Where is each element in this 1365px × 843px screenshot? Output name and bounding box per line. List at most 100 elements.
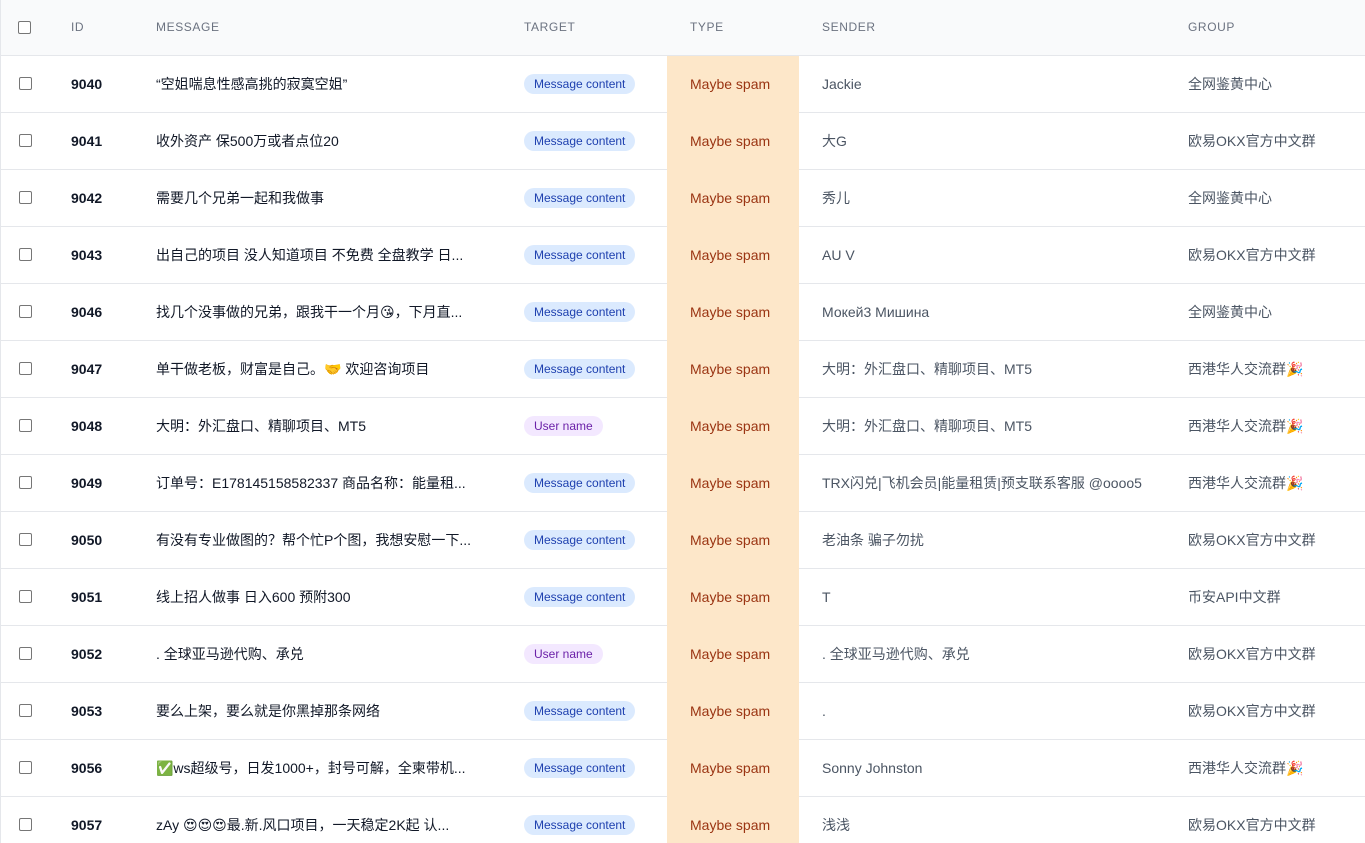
- row-sender: 老油条 骗子勿扰: [799, 511, 1167, 569]
- target-badge: User name: [524, 643, 603, 664]
- header-select-all[interactable]: [1, 0, 53, 56]
- row-checkbox[interactable]: [19, 191, 32, 204]
- table-row[interactable]: 9049 订单号：E178145158582337 商品名称：能量租... Mess…: [1, 454, 1365, 512]
- row-checkbox[interactable]: [19, 818, 32, 831]
- row-sender: 大明：外汇盘口、精聊项目、MT5: [799, 397, 1167, 455]
- column-header-sender[interactable]: SENDER: [799, 0, 1167, 56]
- row-target-cell: User name: [523, 625, 667, 683]
- row-select-cell[interactable]: [1, 796, 53, 843]
- row-id: 9041: [53, 112, 155, 170]
- row-target-cell: Message content: [523, 226, 667, 284]
- row-group: 欧易OKX官方中文群: [1167, 682, 1365, 740]
- row-select-cell[interactable]: [1, 112, 53, 170]
- table-row[interactable]: 9048 大明：外汇盘口、精聊项目、MT5 User name Maybe spam 大…: [1, 397, 1365, 455]
- row-id: 9046: [53, 283, 155, 341]
- row-group: 币安API中文群: [1167, 568, 1365, 626]
- row-group: 西港华人交流群🎉: [1167, 739, 1365, 797]
- row-checkbox[interactable]: [19, 419, 32, 432]
- row-checkbox[interactable]: [19, 704, 32, 717]
- column-header-type[interactable]: TYPE: [667, 0, 799, 56]
- row-sender: Jackie: [799, 55, 1167, 113]
- row-message: ✅ws超级号，日发1000+，封号可解，全柬带机...: [155, 739, 523, 797]
- select-all-checkbox[interactable]: [18, 20, 31, 34]
- table-row[interactable]: 9051 线上招人做事 日入600 预附300 Message content May…: [1, 568, 1365, 626]
- row-select-cell[interactable]: [1, 169, 53, 227]
- row-id: 9052: [53, 625, 155, 683]
- row-checkbox[interactable]: [19, 476, 32, 489]
- row-type: Maybe spam: [667, 226, 799, 284]
- column-header-message[interactable]: MESSAGE: [155, 0, 523, 56]
- row-select-cell[interactable]: [1, 568, 53, 626]
- row-sender: TRX闪兑|飞机会员|能量租赁|预支联系客服 @oooo5: [799, 454, 1167, 512]
- row-target-cell: Message content: [523, 283, 667, 341]
- table-row[interactable]: 9040 “空姐喘息性感高挑的寂寞空姐” Message content Maybe …: [1, 55, 1365, 113]
- row-target-cell: Message content: [523, 511, 667, 569]
- row-id: 9049: [53, 454, 155, 512]
- table-row[interactable]: 9046 找几个没事做的兄弟，跟我干一个月😘，下月直... Message cont…: [1, 283, 1365, 341]
- table-row[interactable]: 9050 有没有专业做图的？帮个忙P个图，我想安慰一下... Message con…: [1, 511, 1365, 569]
- row-message: 收外资产 保500万或者点位20: [155, 112, 523, 170]
- row-select-cell[interactable]: [1, 682, 53, 740]
- target-badge: Message content: [524, 73, 636, 94]
- table-row[interactable]: 9042 需要几个兄弟一起和我做事 Message content Maybe spa…: [1, 169, 1365, 227]
- table-row[interactable]: 9057 zAy 😍😍😍最.新.风口项目，一天稳定2K起 认... Message …: [1, 796, 1365, 843]
- column-header-group[interactable]: GROUP: [1167, 0, 1365, 56]
- target-badge: Message content: [524, 244, 636, 265]
- target-badge: Message content: [524, 757, 636, 778]
- row-group: 欧易OKX官方中文群: [1167, 796, 1365, 843]
- column-header-id[interactable]: ID: [53, 0, 155, 56]
- row-select-cell[interactable]: [1, 283, 53, 341]
- row-select-cell[interactable]: [1, 55, 53, 113]
- target-badge: Message content: [524, 130, 636, 151]
- target-badge: Message content: [524, 814, 636, 835]
- row-message: 线上招人做事 日入600 预附300: [155, 568, 523, 626]
- row-type: Maybe spam: [667, 283, 799, 341]
- row-checkbox[interactable]: [19, 761, 32, 774]
- row-id: 9053: [53, 682, 155, 740]
- row-checkbox[interactable]: [19, 305, 32, 318]
- row-group: 全网鉴黄中心: [1167, 283, 1365, 341]
- row-select-cell[interactable]: [1, 454, 53, 512]
- row-id: 9042: [53, 169, 155, 227]
- row-checkbox[interactable]: [19, 362, 32, 375]
- row-type: Maybe spam: [667, 796, 799, 843]
- table-row[interactable]: 9053 要么上架，要么就是你黑掉那条网络 Message content Maybe…: [1, 682, 1365, 740]
- table-row[interactable]: 9056 ✅ws超级号，日发1000+，封号可解，全柬带机... Message c…: [1, 739, 1365, 797]
- row-message: 有没有专业做图的？帮个忙P个图，我想安慰一下...: [155, 511, 523, 569]
- row-checkbox[interactable]: [19, 533, 32, 546]
- row-select-cell[interactable]: [1, 625, 53, 683]
- row-sender: Мокей3 Мишина: [799, 283, 1167, 341]
- table-row[interactable]: 9052. 全球亚马逊代购、承兑 User name Maybe spam. 全球亚…: [1, 625, 1365, 683]
- row-checkbox[interactable]: [19, 134, 32, 147]
- row-group: 西港华人交流群🎉: [1167, 340, 1365, 398]
- row-checkbox[interactable]: [19, 77, 32, 90]
- row-sender: 大明：外汇盘口、精聊项目、MT5: [799, 340, 1167, 398]
- row-select-cell[interactable]: [1, 226, 53, 284]
- row-checkbox[interactable]: [19, 248, 32, 261]
- row-select-cell[interactable]: [1, 511, 53, 569]
- row-sender: . 全球亚马逊代购、承兑: [799, 625, 1167, 683]
- row-target-cell: Message content: [523, 568, 667, 626]
- row-select-cell[interactable]: [1, 340, 53, 398]
- row-checkbox[interactable]: [19, 647, 32, 660]
- target-badge: Message content: [524, 472, 636, 493]
- column-header-target[interactable]: TARGET: [523, 0, 667, 56]
- row-group: 全网鉴黄中心: [1167, 55, 1365, 113]
- row-select-cell[interactable]: [1, 739, 53, 797]
- row-group: 欧易OKX官方中文群: [1167, 511, 1365, 569]
- row-sender: 秀儿: [799, 169, 1167, 227]
- row-id: 9047: [53, 340, 155, 398]
- row-checkbox[interactable]: [19, 590, 32, 603]
- table-row[interactable]: 9041 收外资产 保500万或者点位20 Message content Maybe…: [1, 112, 1365, 170]
- row-select-cell[interactable]: [1, 397, 53, 455]
- spam-report-table: ID MESSAGE TARGET TYPE SENDER GROUP 9040…: [1, 0, 1365, 843]
- table-row[interactable]: 9047 单干做老板，财富是自己。🤝 欢迎咨询项目 Message content M…: [1, 340, 1365, 398]
- row-message: 订单号：E178145158582337 商品名称：能量租...: [155, 454, 523, 512]
- table-row[interactable]: 9043 出自己的项目 没人知道项目 不免费 全盘教学 日... Message c…: [1, 226, 1365, 284]
- row-id: 9056: [53, 739, 155, 797]
- target-badge: User name: [524, 415, 603, 436]
- row-group: 全网鉴黄中心: [1167, 169, 1365, 227]
- row-sender: 大G: [799, 112, 1167, 170]
- row-group: 欧易OKX官方中文群: [1167, 112, 1365, 170]
- row-target-cell: User name: [523, 397, 667, 455]
